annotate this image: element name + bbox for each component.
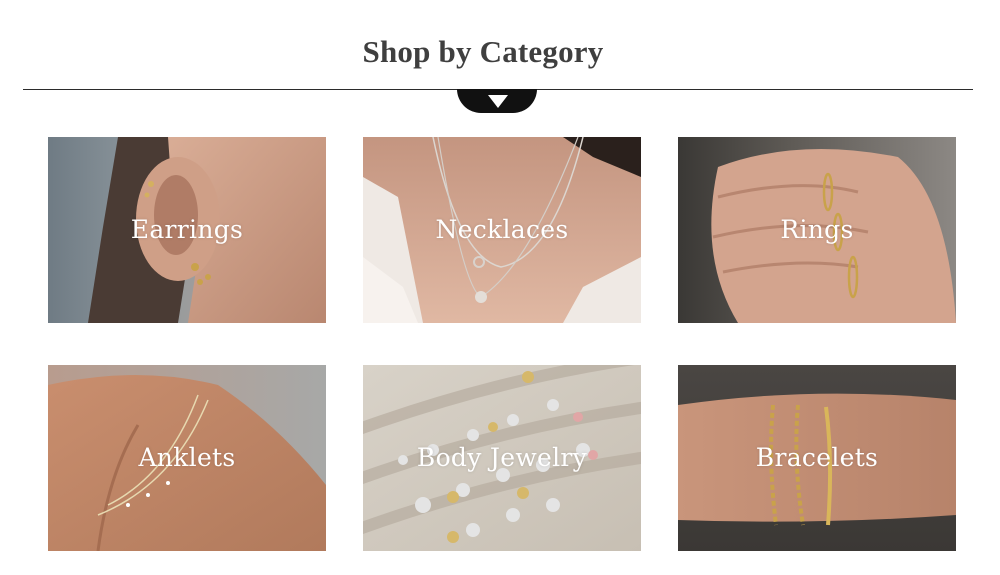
- section-header: Shop by Category: [0, 0, 1000, 120]
- category-tile-earrings[interactable]: Earrings: [48, 137, 326, 323]
- chevron-down-icon: [488, 95, 508, 108]
- anklets-photo: [48, 365, 326, 551]
- category-tile-necklaces[interactable]: Necklaces: [363, 137, 641, 323]
- category-tile-bracelets[interactable]: Bracelets: [678, 365, 956, 551]
- rings-photo: [678, 137, 956, 323]
- body-jewelry-photo: [363, 365, 641, 551]
- category-tile-rings[interactable]: Rings: [678, 137, 956, 323]
- earrings-photo: [48, 137, 326, 323]
- bracelets-photo: [678, 365, 956, 551]
- category-tile-anklets[interactable]: Anklets: [48, 365, 326, 551]
- category-tile-body-jewelry[interactable]: Body Jewelry: [363, 365, 641, 551]
- section-title: Shop by Category: [362, 34, 604, 69]
- necklaces-photo: [363, 137, 641, 323]
- divider-badge: [457, 89, 537, 113]
